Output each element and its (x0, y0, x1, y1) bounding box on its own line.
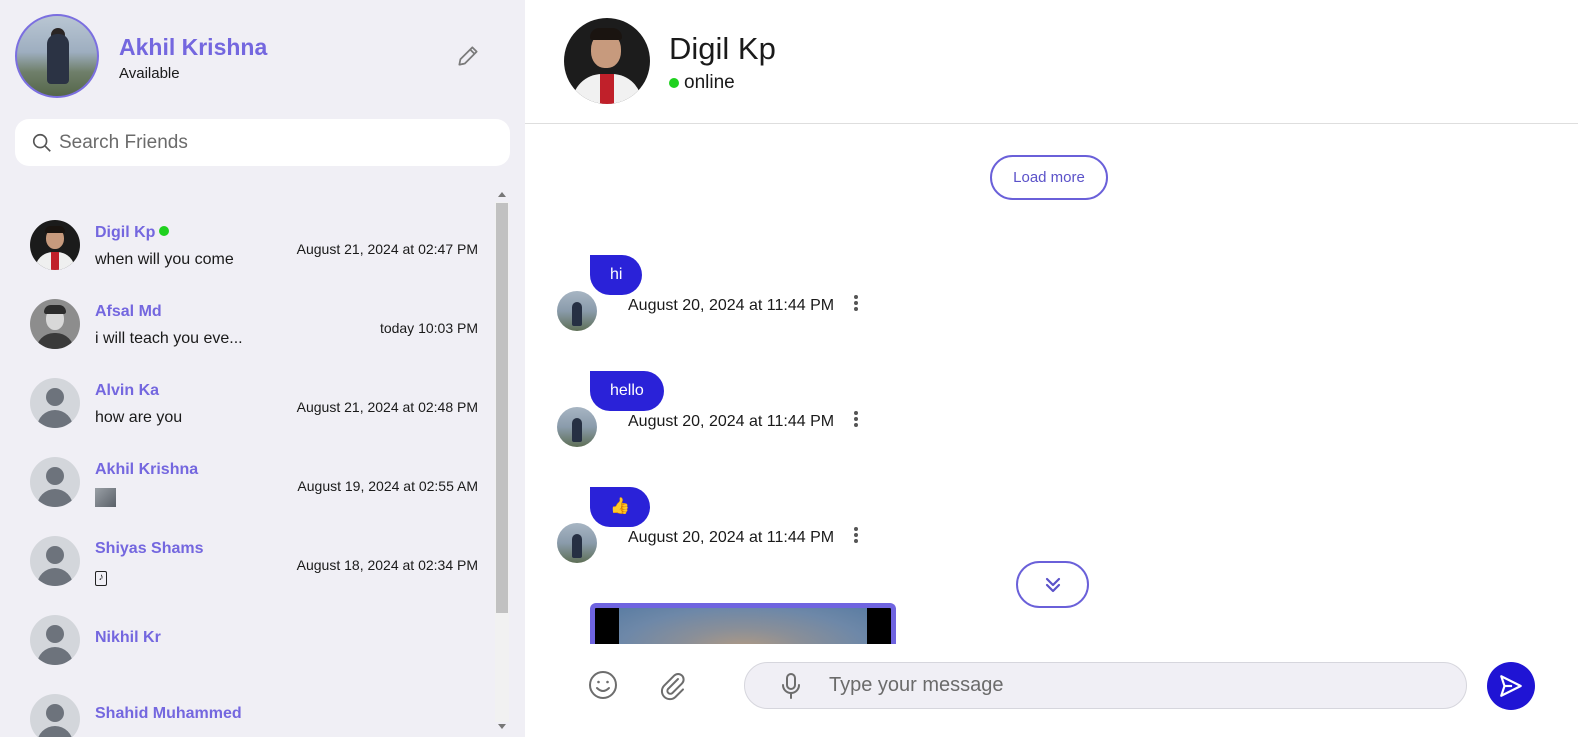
friend-name: Shahid Muhammed (95, 705, 242, 722)
friend-time: August 21, 2024 at 02:48 PM (296, 399, 478, 415)
sidebar: Akhil Krishna Available Search Friends D… (0, 0, 525, 737)
friends-list: Digil Kp when will you come August 21, 2… (15, 200, 493, 737)
load-more-button[interactable]: Load more (990, 155, 1108, 200)
friend-name: Afsal Md (95, 303, 162, 320)
friend-item-digil-kp[interactable]: Digil Kp when will you come August 21, 2… (15, 210, 493, 282)
default-user-icon (30, 536, 80, 586)
friend-last-message: when will you come (95, 251, 234, 268)
profile-avatar[interactable] (15, 14, 99, 98)
paperclip-icon (660, 673, 685, 701)
profile-status: Available (119, 65, 180, 82)
message-item: hi August 20, 2024 at 11:44 PM (557, 255, 877, 335)
send-button[interactable] (1487, 662, 1535, 710)
more-options-icon[interactable] (847, 293, 865, 313)
default-user-icon (30, 378, 80, 428)
message-bubble[interactable]: 👍 (590, 487, 650, 527)
message-composer (525, 644, 1578, 737)
message-time: August 20, 2024 at 11:44 PM (628, 529, 835, 546)
sender-avatar (557, 407, 597, 447)
message-bubble[interactable]: hi (590, 255, 643, 295)
online-indicator (159, 226, 170, 236)
friend-name: Shiyas Shams (95, 540, 204, 557)
image-message[interactable] (590, 603, 896, 644)
friend-time: August 18, 2024 at 02:34 PM (296, 557, 478, 573)
profile-name: Akhil Krishna (119, 34, 268, 60)
message-input[interactable] (829, 674, 1429, 697)
search-icon (31, 132, 53, 154)
friend-name: Digil Kp (95, 224, 170, 242)
sender-avatar (557, 291, 597, 331)
friend-item-shahid-muhammed[interactable]: Shahid Muhammed (15, 684, 493, 737)
search-input[interactable] (59, 131, 479, 154)
friend-last-message: how are you (95, 409, 183, 426)
friend-avatar (30, 220, 80, 270)
friends-scrollbar[interactable] (495, 190, 509, 737)
music-note-icon: ♪ (95, 571, 107, 586)
default-user-icon (30, 457, 80, 507)
image-message-photo (619, 608, 867, 644)
peer-status: online (669, 72, 735, 94)
message-time: August 20, 2024 at 11:44 PM (628, 297, 835, 314)
message-item: 👍 August 20, 2024 at 11:44 PM (557, 487, 877, 567)
friend-item-akhil-krishna[interactable]: Akhil Krishna August 19, 2024 at 02:55 A… (15, 447, 493, 519)
chat-header: Digil Kp online (525, 0, 1578, 124)
peer-avatar[interactable] (564, 18, 650, 104)
friend-time: August 21, 2024 at 02:47 PM (296, 241, 478, 257)
attach-button[interactable] (656, 669, 688, 701)
message-item: hello August 20, 2024 at 11:44 PM (557, 371, 877, 451)
friend-name: Alvin Ka (95, 382, 160, 399)
pencil-icon (458, 46, 478, 66)
scrollbar-thumb[interactable] (496, 203, 508, 613)
sender-avatar (557, 523, 597, 563)
scroll-up-arrow-icon[interactable] (498, 192, 506, 197)
message-bubble[interactable]: hello (590, 371, 664, 411)
friend-item-afsal-md[interactable]: Afsal Md i will teach you eve... today 1… (15, 289, 493, 361)
scroll-down-arrow-icon[interactable] (498, 724, 506, 729)
friend-avatar (30, 299, 80, 349)
friend-time: today 10:03 PM (379, 320, 478, 336)
double-chevron-down-icon (1045, 577, 1060, 592)
message-input-box (744, 662, 1467, 709)
friend-item-shiyas-shams[interactable]: Shiyas Shams ♪ August 18, 2024 at 02:34 … (15, 526, 493, 598)
friend-last-message: i will teach you eve... (95, 330, 243, 347)
friend-item-nikhil-kr[interactable]: Nikhil Kr (15, 605, 493, 677)
edit-profile-button[interactable] (454, 42, 482, 70)
more-options-icon[interactable] (847, 525, 865, 545)
default-user-icon (30, 615, 80, 665)
send-icon (1500, 675, 1522, 697)
microphone-icon[interactable] (779, 672, 803, 700)
more-options-icon[interactable] (847, 409, 865, 429)
avatar-figure-body (47, 34, 69, 84)
friend-item-alvin-ka[interactable]: Alvin Ka how are you August 21, 2024 at … (15, 368, 493, 440)
peer-name: Digil Kp (669, 31, 776, 66)
friend-name: Akhil Krishna (95, 461, 199, 478)
emoji-button[interactable] (587, 669, 619, 701)
scroll-to-bottom-button[interactable] (1016, 561, 1089, 608)
friend-last-message (95, 488, 116, 512)
peer-status-text: online (684, 72, 735, 93)
avatar-shirt-stripe (600, 74, 614, 104)
online-indicator (669, 78, 679, 88)
smiley-icon (589, 671, 617, 699)
search-bar (15, 119, 510, 166)
friend-last-message: ♪ (95, 567, 107, 586)
chat-app: Akhil Krishna Available Search Friends D… (0, 0, 1578, 737)
friend-name: Nikhil Kr (95, 629, 161, 646)
image-thumbnail (95, 488, 116, 507)
default-user-icon (30, 694, 80, 737)
avatar-hair (590, 28, 622, 40)
friend-time: August 19, 2024 at 02:55 AM (297, 478, 478, 494)
message-time: August 20, 2024 at 11:44 PM (628, 413, 835, 430)
